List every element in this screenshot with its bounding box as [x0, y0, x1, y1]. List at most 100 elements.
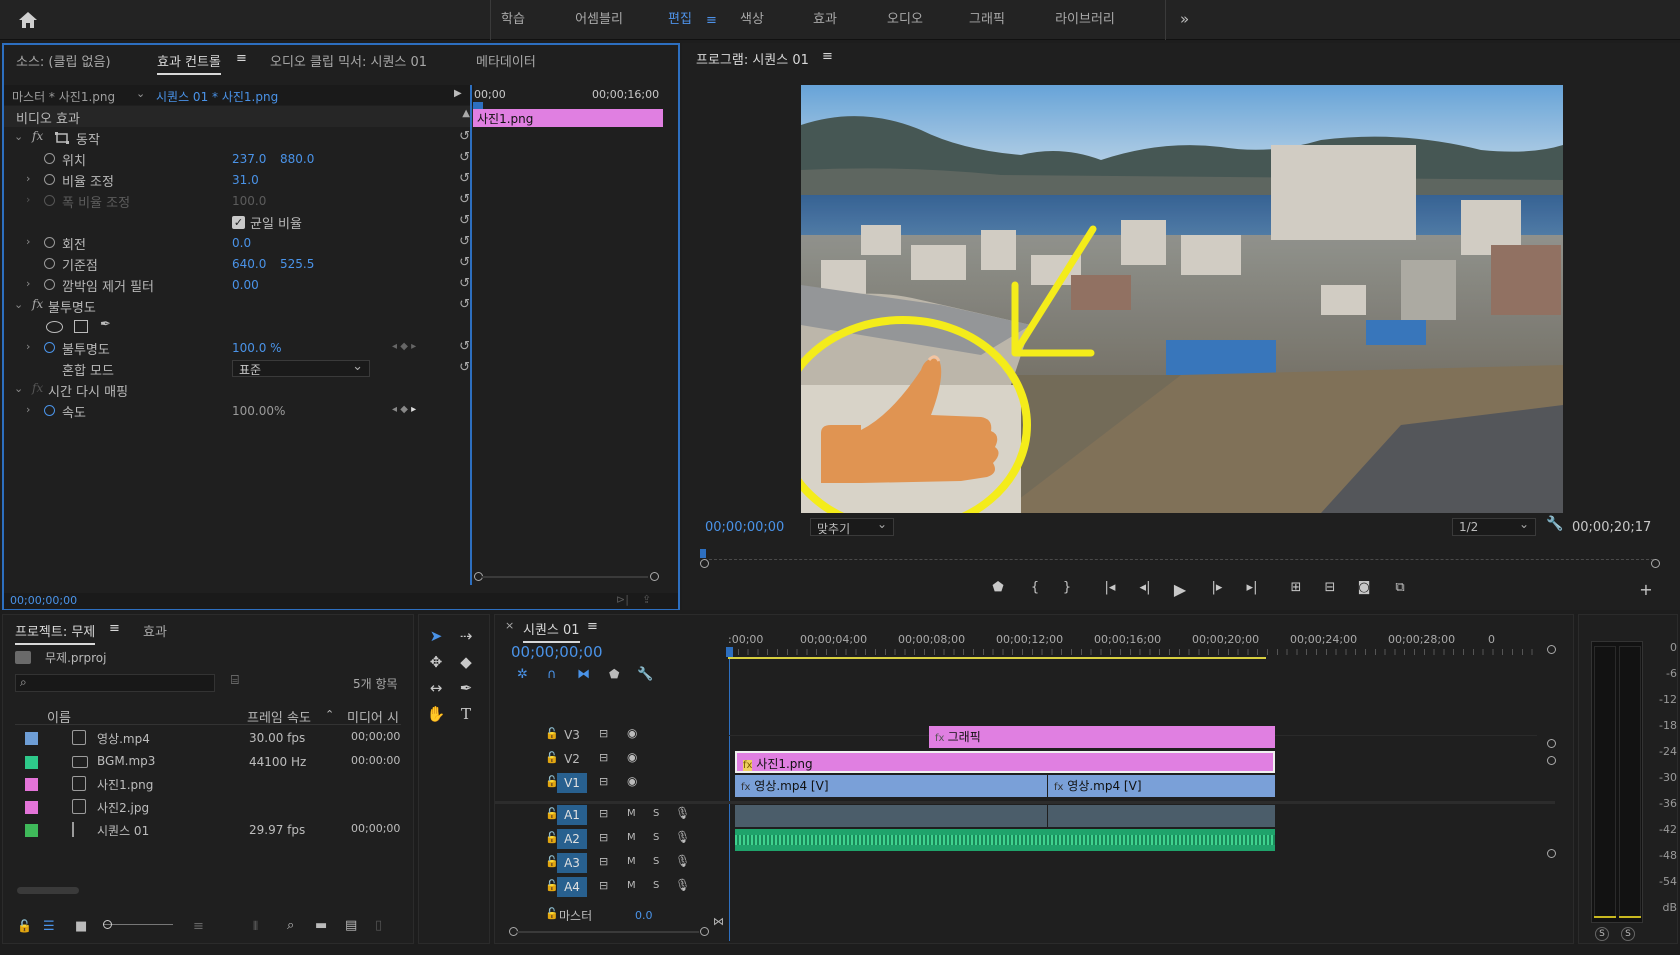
program-video-frame[interactable] [801, 85, 1563, 513]
reset-icon[interactable]: ↺ [459, 339, 470, 354]
camera-icon[interactable]: ◙ [1354, 580, 1374, 595]
sync-lock-icon[interactable]: ⊟ [599, 751, 608, 764]
mute-button[interactable]: M [627, 832, 636, 843]
v-zoom-handle[interactable] [1547, 756, 1556, 765]
chevron-down-icon[interactable]: ⌄ [14, 130, 23, 143]
lock-icon[interactable]: 🔓 [17, 919, 32, 933]
trash-icon[interactable]: ▯ [375, 918, 382, 933]
workspace-effects[interactable]: 효과 [805, 0, 845, 40]
sync-lock-icon[interactable]: ⊟ [599, 775, 608, 788]
workspace-graphics[interactable]: 그래픽 [960, 0, 1014, 40]
solo-button[interactable]: S [653, 880, 659, 891]
fx-icon[interactable]: fx [32, 129, 43, 143]
audio-clip-a2[interactable] [735, 829, 1275, 851]
home-icon[interactable] [18, 11, 38, 29]
stopwatch-icon[interactable] [44, 405, 55, 416]
position-x-value[interactable]: 237.0 [232, 152, 266, 166]
chevron-right-icon[interactable]: › [26, 277, 30, 290]
extract-icon[interactable]: ⊟ [1320, 580, 1340, 595]
reset-icon[interactable]: ↺ [459, 255, 470, 270]
new-bin-icon[interactable]: ▬ [315, 918, 327, 933]
chevron-right-icon[interactable]: › [26, 235, 30, 248]
marker-icon[interactable]: ⬟ [988, 580, 1008, 595]
stopwatch-icon[interactable] [44, 237, 55, 248]
chevron-down-icon[interactable]: ⌄ [14, 382, 23, 395]
program-monitor-title[interactable]: 프로그램: 시퀀스 01 [696, 49, 809, 68]
eye-icon[interactable]: ◉ [627, 774, 637, 788]
label-color[interactable] [25, 756, 38, 769]
tab-effect-controls[interactable]: 효과 컨트롤 [157, 51, 221, 75]
list-item[interactable]: 영상.mp4 30.00 fps 00;00;00;0 [17, 726, 403, 750]
sort-icon[interactable]: ≡ [193, 919, 204, 934]
fx-icon[interactable]: fx [32, 297, 43, 311]
solo-button[interactable]: S [653, 856, 659, 867]
microphone-icon[interactable]: 🎙 [675, 830, 690, 844]
track-v2[interactable]: V2 [557, 749, 587, 769]
workspace-assembly[interactable]: 어셈블리 [560, 0, 638, 40]
graphic-clip[interactable]: fx 그래픽 [929, 726, 1275, 748]
flicker-value[interactable]: 0.00 [232, 278, 259, 292]
microphone-icon[interactable]: 🎙 [675, 854, 690, 868]
end-marker-icon[interactable]: ⋈ [713, 915, 724, 928]
master-volume[interactable]: 0.0 [635, 909, 653, 921]
settings-wrench-icon[interactable]: 🔧 [1546, 516, 1563, 532]
tab-sequence[interactable]: 시퀀스 01 [523, 619, 580, 643]
stopwatch-icon[interactable] [44, 342, 55, 353]
sync-lock-icon[interactable]: ⊟ [599, 831, 608, 844]
uniform-scale-checkbox[interactable]: ✓ [232, 216, 245, 229]
photo-clip[interactable]: fx 사진1.png [735, 751, 1275, 773]
ripple-edit-tool-icon[interactable]: ✥ [425, 651, 447, 673]
workspace-audio[interactable]: 오디오 [880, 0, 930, 40]
stopwatch-icon[interactable] [44, 174, 55, 185]
step-forward-icon[interactable]: |▸ [1207, 580, 1227, 595]
eye-icon[interactable]: ◉ [627, 726, 637, 740]
workspace-learning[interactable]: 학습 [493, 0, 533, 40]
add-button-icon[interactable]: + [1636, 580, 1656, 599]
tab-effects[interactable]: 효과 [143, 621, 167, 640]
scroll-up-icon[interactable]: ▲ [462, 108, 470, 119]
solo-button[interactable]: S [653, 832, 659, 843]
reset-icon[interactable]: ↺ [459, 150, 470, 165]
type-tool-icon[interactable]: T [455, 703, 477, 725]
add-marker-icon[interactable]: ⬟ [609, 667, 619, 681]
lock-icon[interactable]: 🔓 [545, 907, 559, 920]
list-view-icon[interactable]: ☰ [43, 919, 55, 934]
workspace-editing[interactable]: 편집 [658, 0, 702, 40]
list-item[interactable]: BGM.mp3 44100 Hz 00:00:00:0 [17, 750, 403, 774]
track-a3[interactable]: A3 [557, 853, 587, 873]
track-a2[interactable]: A2 [557, 829, 587, 849]
play-icon[interactable]: ▶ [1170, 580, 1190, 599]
slip-tool-icon[interactable]: ↔ [425, 677, 447, 699]
pen-tool-icon[interactable]: ✒ [455, 677, 477, 699]
pen-mask-icon[interactable]: ✒ [100, 317, 111, 332]
microphone-icon[interactable]: 🎙 [675, 806, 690, 820]
sequence-clip-label[interactable]: 시퀀스 01 * 사진1.png [156, 88, 278, 105]
play-audio-icon[interactable]: ▶ [454, 88, 462, 99]
solo-left-button[interactable]: S [1595, 927, 1609, 941]
sync-lock-icon[interactable]: ⊟ [599, 727, 608, 740]
opacity-value[interactable]: 100.0 % [232, 341, 282, 355]
rotation-value[interactable]: 0.0 [232, 236, 251, 250]
solo-button[interactable]: S [653, 808, 659, 819]
reset-icon[interactable]: ↺ [459, 213, 470, 228]
hand-tool-icon[interactable]: ✋ [425, 703, 447, 725]
column-name[interactable]: 이름 [47, 707, 71, 726]
ellipse-mask-icon[interactable] [46, 321, 63, 333]
scale-value[interactable]: 31.0 [232, 173, 259, 187]
tab-project[interactable]: 프로젝트: 무제 [15, 621, 96, 645]
fit-select[interactable]: 맞추기 ⌄ [810, 517, 894, 536]
stopwatch-icon[interactable] [44, 153, 55, 164]
chevron-down-icon[interactable]: ⌄ [136, 87, 145, 100]
razor-tool-icon[interactable]: ◆ [455, 651, 477, 673]
selection-tool-icon[interactable]: ➤ [425, 625, 447, 647]
workspace-color[interactable]: 색상 [732, 0, 772, 40]
track-a1[interactable]: A1 [557, 805, 587, 825]
panel-menu-icon[interactable]: ≡ [587, 619, 598, 634]
more-workspaces-button[interactable]: » [1180, 10, 1189, 28]
sync-lock-icon[interactable]: ⊟ [599, 855, 608, 868]
label-color[interactable] [25, 732, 38, 745]
nest-icon[interactable]: ✲ [517, 667, 528, 682]
workspace-menu-icon[interactable]: ≡ [706, 13, 717, 28]
sync-lock-icon[interactable]: ⊟ [599, 807, 608, 820]
panel-menu-icon[interactable]: ≡ [109, 621, 120, 636]
